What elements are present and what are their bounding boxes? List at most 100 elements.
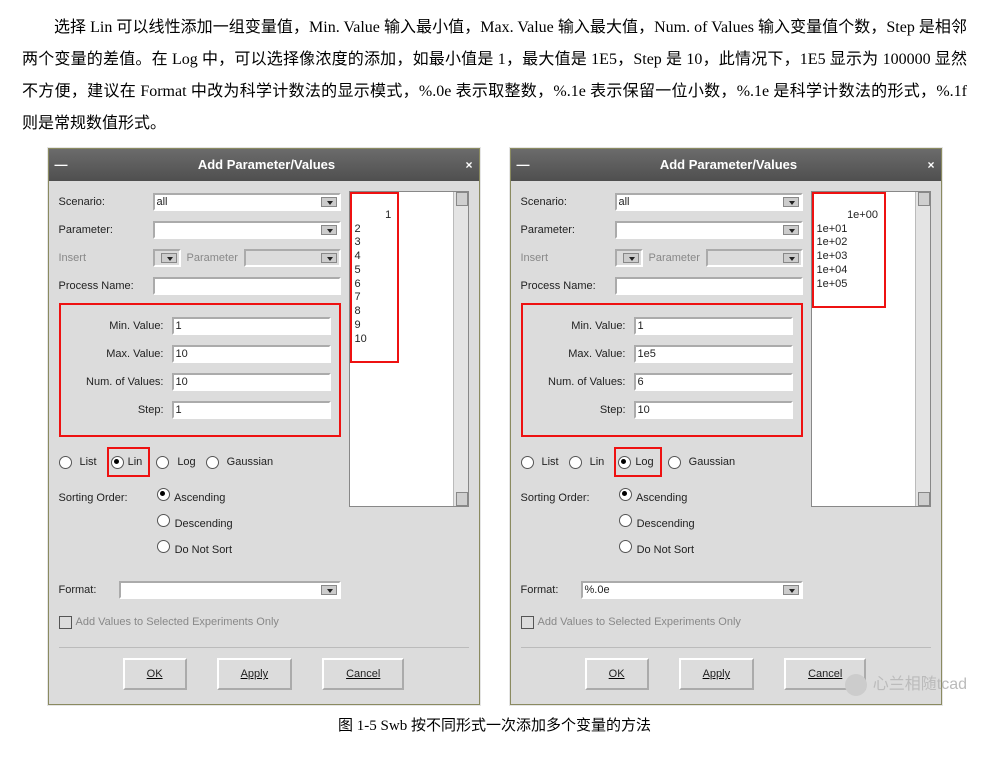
step-label: Step: [69,399,172,421]
process-input[interactable] [615,277,803,295]
close-icon[interactable]: × [927,153,934,177]
radio-gaussian[interactable] [206,456,219,469]
insert-dropdown [153,249,181,267]
dialog-titlebar: — Add Parameter/Values × [511,149,941,181]
scenario-dropdown[interactable]: all [615,193,803,211]
insert-row: Insert Parameter [59,247,341,269]
intro-paragraph: 选择 Lin 可以线性添加一组变量值，Min. Value 输入最小值，Max.… [22,12,967,140]
sorting-block: Sorting Order: Ascending Descending Do N… [59,487,341,561]
figure-row: — Add Parameter/Values × Scenario: all P… [22,148,967,705]
descending-label: Descending [637,518,695,530]
parameter2-dropdown [706,249,803,267]
sorting-block: Sorting Order: Ascending Descending Do N… [521,487,803,561]
titlebar-dash: — [517,152,530,178]
apply-button[interactable]: Apply [679,658,755,690]
format-value: %.0e [585,579,610,601]
scrollbar[interactable] [915,192,930,506]
format-dropdown[interactable]: %.0e [581,581,803,599]
output-values-left: 1 2 3 4 5 6 7 8 9 10 [355,209,392,345]
addvals-label: Add Values to Selected Experiments Only [76,611,279,633]
dialog-body: Scenario: all Parameter: Insert Paramete… [511,181,941,704]
radio-descending[interactable] [157,514,170,527]
radio-lin-label: Lin [128,451,143,473]
max-row: Max. Value: 1e5 [531,343,793,365]
close-icon[interactable]: × [465,153,472,177]
max-input[interactable]: 1e5 [634,345,793,363]
scenario-label: Scenario: [521,191,615,213]
radio-lin[interactable] [569,456,582,469]
radio-gaussian[interactable] [668,456,681,469]
radio-list[interactable] [59,456,72,469]
num-row: Num. of Values: 6 [531,371,793,393]
num-label: Num. of Values: [531,371,634,393]
scenario-value: all [619,191,630,213]
output-highlight-right: 1e+00 1e+01 1e+02 1e+03 1e+04 1e+05 [812,192,886,308]
scenario-label: Scenario: [59,191,153,213]
cancel-button[interactable]: Cancel [784,658,866,690]
min-input[interactable]: 1 [634,317,793,335]
max-input[interactable]: 10 [172,345,331,363]
radio-list[interactable] [521,456,534,469]
radio-lin-label: Lin [590,451,605,473]
dialog-right: — Add Parameter/Values × Scenario: all P… [510,148,942,705]
dialog-left: — Add Parameter/Values × Scenario: all P… [48,148,480,705]
format-row: Format: [59,579,341,601]
step-input[interactable]: 1 [172,401,331,419]
step-row: Step: 10 [531,399,793,421]
radio-ascending[interactable] [619,488,632,501]
figure-caption: 图 1-5 Swb 按不同形式一次添加多个变量的方法 [22,711,967,741]
values-group-right: Min. Value: 1 Max. Value: 1e5 Num. of Va… [521,303,803,437]
radio-log-label: Log [635,451,653,473]
type-radio-row: List Lin Log Gaussian [521,447,803,477]
descending-label: Descending [175,518,233,530]
insert-label: Insert [521,247,615,269]
format-label: Format: [59,579,119,601]
num-row: Num. of Values: 10 [69,371,331,393]
output-list-left: 1 2 3 4 5 6 7 8 9 10 [349,191,469,507]
num-input[interactable]: 6 [634,373,793,391]
parameter-label: Parameter: [59,219,153,241]
parameter-dropdown[interactable] [615,221,803,239]
min-input[interactable]: 1 [172,317,331,335]
ok-button[interactable]: OK [585,658,649,690]
parameter-row: Parameter: [59,219,341,241]
addvals-label: Add Values to Selected Experiments Only [538,611,741,633]
scenario-dropdown[interactable]: all [153,193,341,211]
radio-log-label: Log [177,451,195,473]
ok-button[interactable]: OK [123,658,187,690]
cancel-button[interactable]: Cancel [322,658,404,690]
process-row: Process Name: [521,275,803,297]
format-dropdown[interactable] [119,581,341,599]
output-highlight-left: 1 2 3 4 5 6 7 8 9 10 [350,192,400,363]
radio-ascending[interactable] [157,488,170,501]
radio-descending[interactable] [619,514,632,527]
ascending-label: Ascending [636,492,687,504]
dialog-body: Scenario: all Parameter: Insert Paramete… [49,181,479,704]
radio-log[interactable] [618,456,631,469]
scenario-row: Scenario: all [59,191,341,213]
dialog-left-column: Scenario: all Parameter: Insert Paramete… [521,191,803,633]
min-label: Min. Value: [531,315,634,337]
radio-gaussian-label: Gaussian [689,451,735,473]
radio-lin[interactable] [111,456,124,469]
num-input[interactable]: 10 [172,373,331,391]
dialog-titlebar: — Add Parameter/Values × [49,149,479,181]
addvals-row: Add Values to Selected Experiments Only [521,611,803,633]
process-input[interactable] [153,277,341,295]
process-row: Process Name: [59,275,341,297]
type-radio-row: List Lin Log Gaussian [59,447,341,477]
radio-list-label: List [542,451,559,473]
scrollbar[interactable] [453,192,468,506]
min-row: Min. Value: 1 [69,315,331,337]
titlebar-dash: — [55,152,68,178]
step-row: Step: 1 [69,399,331,421]
dialog-button-row: OK Apply Cancel [521,647,931,690]
apply-button[interactable]: Apply [217,658,293,690]
step-input[interactable]: 10 [634,401,793,419]
radio-donotsort[interactable] [157,540,170,553]
radio-donotsort[interactable] [619,540,632,553]
max-label: Max. Value: [69,343,172,365]
ascending-label: Ascending [174,492,225,504]
parameter-dropdown[interactable] [153,221,341,239]
radio-log[interactable] [156,456,169,469]
